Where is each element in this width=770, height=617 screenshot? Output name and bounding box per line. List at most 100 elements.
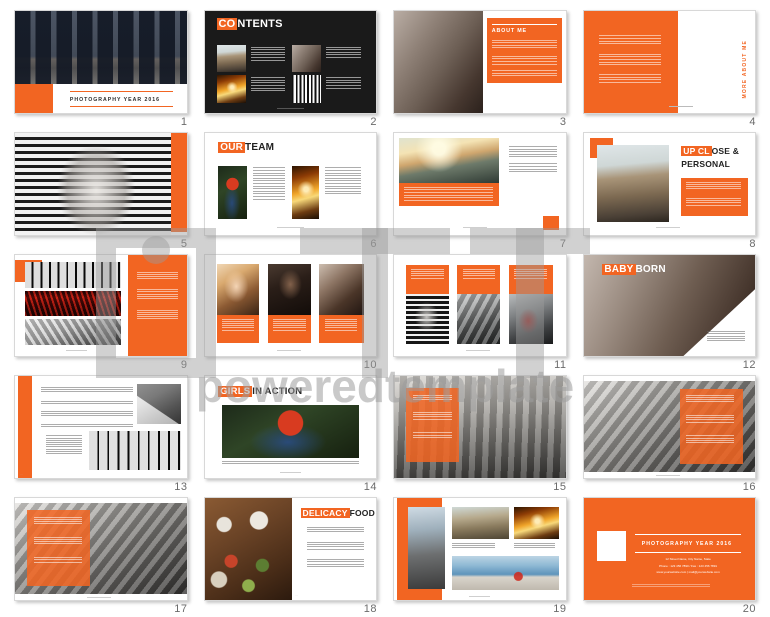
slide-cell-12[interactable]: BABY BORN 12: [575, 250, 765, 371]
slide-19[interactable]: [393, 497, 567, 601]
slide-cell-6[interactable]: OUR TEAM 6: [196, 128, 386, 250]
photo-plaid-shirt: [508, 294, 554, 345]
slide-cell-3[interactable]: ABOUT ME 3: [385, 6, 575, 128]
footer-rule: [469, 595, 491, 597]
slide-2[interactable]: CO NTENTS: [203, 10, 377, 114]
slide-20[interactable]: PHOTOGRAPHY YEAR 2016 12 Street Name, Ci…: [582, 497, 756, 601]
slide-cell-13[interactable]: ··· 13: [6, 371, 196, 493]
gallery-caption-1: [452, 542, 496, 550]
slide-cell-16[interactable]: 16: [575, 371, 765, 493]
photo-portrait-2: [267, 263, 311, 315]
body-text-2: [686, 197, 742, 207]
footer-rule: [66, 350, 88, 352]
body-text-2: [491, 55, 557, 66]
slide-7[interactable]: [393, 131, 567, 236]
body-text-2: [136, 289, 178, 300]
footer-rule: [87, 596, 112, 598]
slide-number: 2: [370, 115, 377, 128]
body-text-3: [33, 557, 82, 564]
photo-sea-pier: [452, 556, 559, 590]
slide-3[interactable]: ABOUT ME: [393, 10, 567, 114]
slide-18[interactable]: DELICACY FOOD ···: [203, 497, 377, 601]
slide-16[interactable]: [582, 375, 756, 480]
slide-number: 6: [370, 237, 377, 250]
contents-thumb-4: [291, 75, 322, 104]
closing-title: PHOTOGRAPHY YEAR 2016: [641, 540, 732, 547]
footer-rule: [655, 475, 680, 477]
photo-silhouettes: [25, 261, 122, 289]
slide-10[interactable]: [203, 253, 377, 358]
slide-cell-19[interactable]: 19: [385, 493, 575, 615]
slide-number: 20: [742, 603, 756, 615]
body-text-1: [491, 39, 557, 50]
slide-cell-20[interactable]: PHOTOGRAPHY YEAR 2016 12 Street Name, Ci…: [575, 493, 765, 615]
slide-cell-1[interactable]: PHOTOGRAPHY YEAR 2016 1: [6, 6, 196, 128]
body-text-2: [40, 400, 134, 405]
slide-14[interactable]: GIRLS IN ACTION: [203, 375, 377, 480]
slide-cell-2[interactable]: CO NTENTS 2: [196, 6, 386, 128]
gallery-caption-2: [514, 542, 556, 550]
slide-cell-17[interactable]: 17: [6, 493, 196, 615]
slide-number: 16: [742, 481, 756, 494]
slide-number: 18: [363, 603, 377, 615]
title-rest: TEAM: [245, 141, 275, 153]
slide-cell-7[interactable]: 7: [385, 128, 575, 250]
title-rest: NTENTS: [237, 18, 283, 31]
slide-number: 19: [553, 603, 567, 615]
slide-12[interactable]: BABY BORN: [582, 253, 756, 358]
footer-rule: [276, 107, 304, 109]
slide-1[interactable]: PHOTOGRAPHY YEAR 2016: [14, 10, 188, 114]
slide-cell-15[interactable]: 15: [385, 371, 575, 493]
body-text-2: [686, 415, 735, 424]
photo-portrait-1: [216, 263, 260, 315]
photo-people-socks: [15, 11, 187, 85]
slide-cell-11[interactable]: 11: [385, 250, 575, 371]
body-text-1: [136, 271, 178, 281]
footer-rule: [655, 227, 680, 229]
title-highlight: DELICACY: [300, 508, 350, 519]
caption-text-3: [514, 268, 547, 280]
slide-cell-9[interactable]: 9: [6, 250, 196, 372]
slide-cell-5[interactable]: 5: [6, 128, 196, 250]
footer-rule: [276, 227, 304, 229]
slide-11[interactable]: [393, 253, 567, 358]
slide-4[interactable]: MORE ABOUT ME: [582, 10, 756, 114]
photo-portrait-3: [319, 263, 364, 315]
slide-13[interactable]: ···: [14, 375, 188, 480]
footer-label: ···: [295, 592, 299, 597]
title-highlight: UP CL: [681, 146, 712, 157]
title-rule-bottom: [69, 105, 173, 107]
slide-number: 9: [180, 359, 188, 372]
body-text-3: [491, 70, 557, 78]
slide-cell-4[interactable]: MORE ABOUT ME 4: [575, 6, 765, 128]
slide-5[interactable]: [14, 131, 188, 236]
slide-8[interactable]: UP CL OSE & PERSONAL: [582, 131, 756, 236]
body-text-4: [40, 424, 134, 428]
photo-sunset: [514, 507, 559, 539]
contents-text-4: [326, 77, 361, 90]
body-text-2: [508, 163, 557, 173]
slide-cell-10[interactable]: 10: [196, 250, 386, 371]
slide-cell-14[interactable]: GIRLS IN ACTION 14: [196, 371, 386, 493]
contents-text-1: [250, 46, 286, 63]
photo-sunset-silhouette: [291, 166, 320, 220]
slide-cell-18[interactable]: DELICACY FOOD ··· 18: [196, 493, 386, 615]
orange-accent-square: [543, 216, 559, 230]
slide-title: GIRLS IN ACTION: [218, 385, 302, 397]
caption-text: [221, 460, 359, 465]
slide-17[interactable]: [14, 497, 188, 601]
slide-cell-8[interactable]: UP CL OSE & PERSONAL 8: [575, 128, 765, 250]
title-highlight: GIRLS: [218, 385, 253, 397]
slide-6[interactable]: OUR TEAM: [203, 131, 377, 236]
title-rest: FOOD: [349, 508, 375, 519]
slide-15[interactable]: [393, 375, 567, 480]
body-text-1: [508, 146, 557, 159]
body-text-1: [33, 516, 82, 526]
body-text-5: [45, 435, 82, 455]
body-text-3: [307, 559, 364, 568]
slide-9[interactable]: [14, 253, 188, 358]
caption-text: [404, 186, 494, 203]
team-text-2: [324, 167, 361, 196]
caption-text-1: [221, 318, 255, 332]
photo-statue: [407, 507, 446, 589]
